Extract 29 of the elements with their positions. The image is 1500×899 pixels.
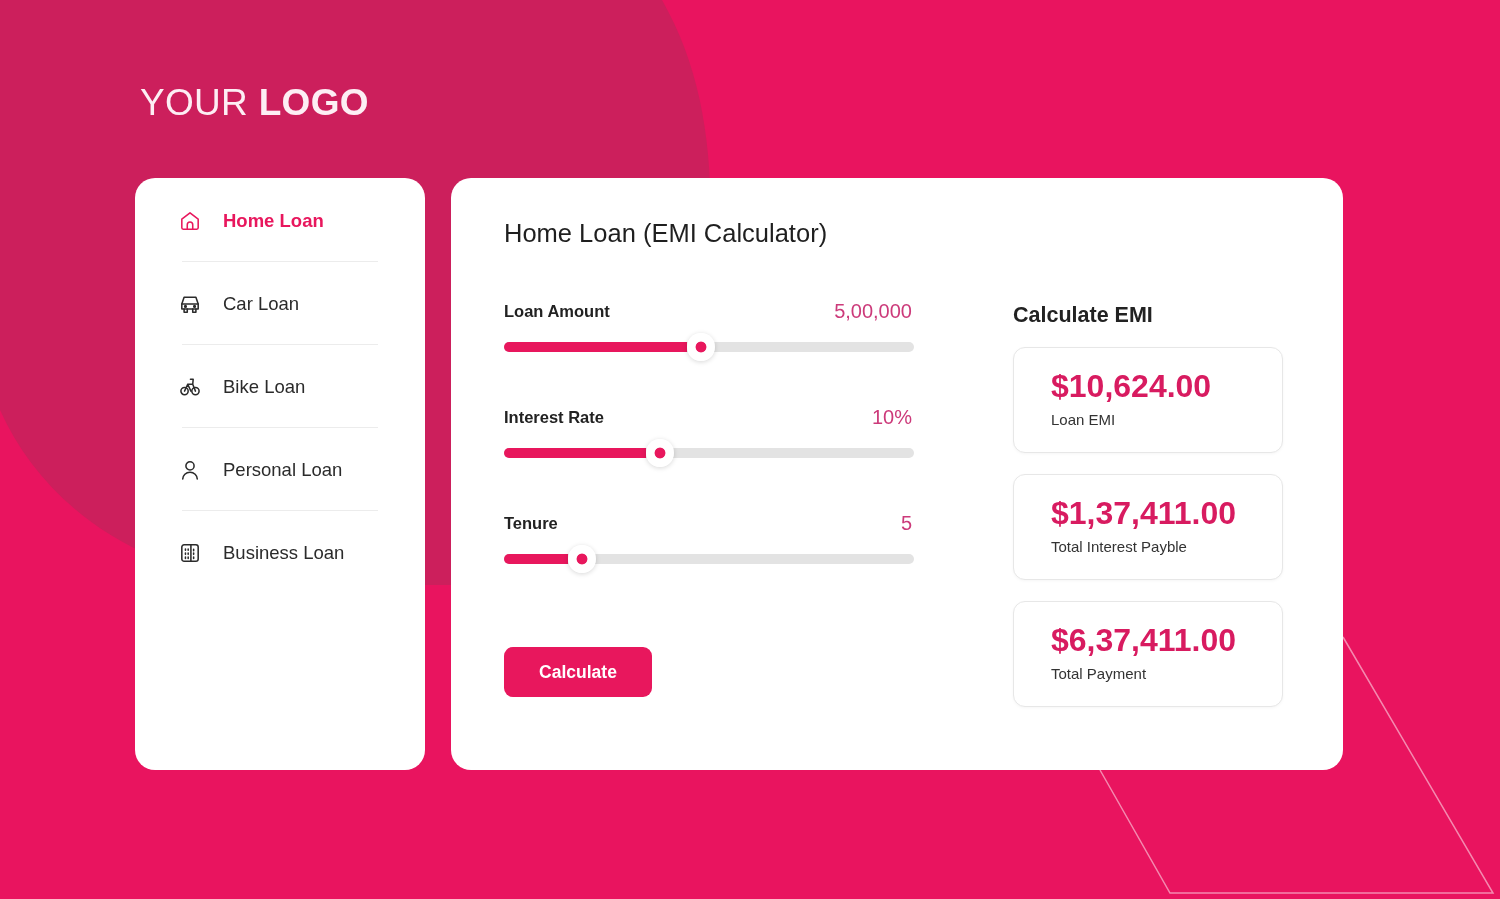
- slider-value: 5: [900, 511, 912, 535]
- logo-text: YOUR LOGO: [140, 82, 369, 123]
- slider-thumb[interactable]: [567, 545, 596, 573]
- slider-value: 10%: [871, 405, 912, 429]
- sidebar-item[interactable]: Bike Loan: [180, 367, 378, 407]
- car-icon: [180, 294, 200, 314]
- results-heading: Calculate EMI: [1013, 302, 1153, 328]
- sidebar-item[interactable]: Car Loan: [180, 284, 378, 324]
- calculator-title: Home Loan (EMI Calculator): [504, 218, 828, 248]
- result-amount: $1,37,411.00: [1051, 494, 1237, 532]
- slider-label: Loan Amount: [504, 301, 610, 321]
- building-icon: [180, 543, 200, 563]
- calculate-button[interactable]: Calculate: [504, 647, 652, 697]
- slider-value: 5,00,000: [834, 299, 912, 323]
- sidebar-item[interactable]: Personal Loan: [180, 450, 378, 490]
- slider-label: Tenure: [504, 513, 558, 533]
- person-icon: [180, 460, 200, 480]
- bicycle-icon: [180, 377, 200, 397]
- slider-label: Interest Rate: [504, 407, 604, 427]
- result-label: Total Payment: [1051, 665, 1147, 683]
- result-label: Total Interest Payble: [1051, 538, 1187, 556]
- slider-thumb[interactable]: [686, 333, 715, 361]
- result-amount: $6,37,411.00: [1051, 621, 1237, 659]
- sidebar-item[interactable]: Business Loan: [180, 533, 378, 573]
- sidebar-item[interactable]: Home Loan: [180, 201, 378, 241]
- house-icon: [180, 211, 200, 231]
- slider-thumb[interactable]: [645, 439, 674, 467]
- result-amount: $10,624.00: [1051, 367, 1212, 405]
- result-label: Loan EMI: [1051, 411, 1116, 429]
